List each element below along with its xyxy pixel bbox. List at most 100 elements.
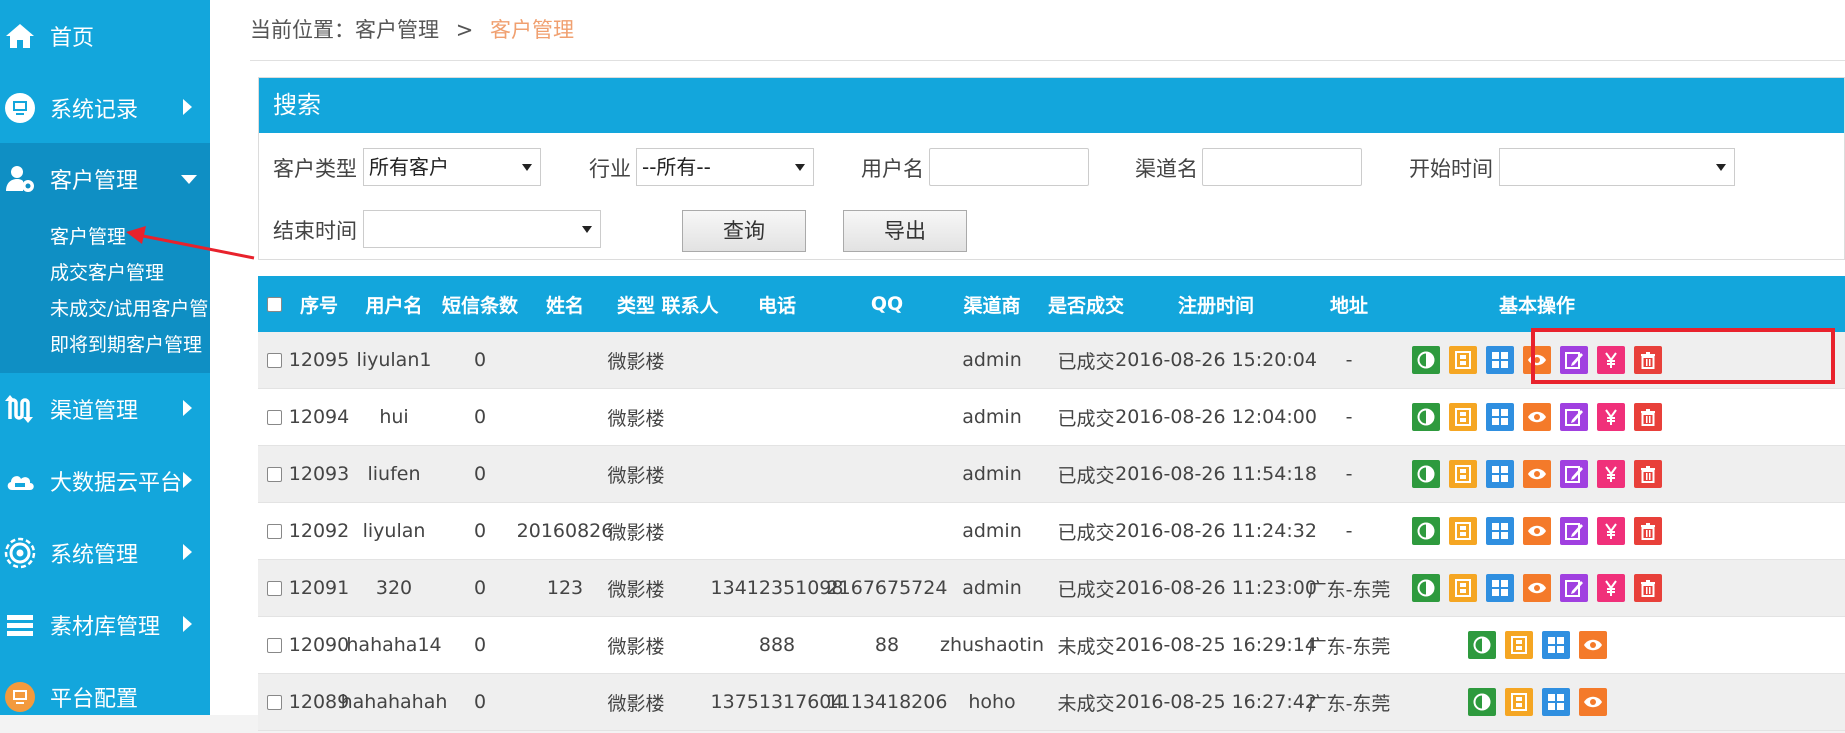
grid-icon[interactable] — [1486, 460, 1514, 488]
status-toggle-icon[interactable] — [1467, 688, 1496, 716]
status-toggle-icon[interactable] — [1412, 346, 1440, 374]
view-eye-icon[interactable] — [1523, 574, 1551, 602]
breadcrumb-current: 客户管理 — [489, 18, 574, 42]
grid-icon[interactable] — [1486, 346, 1514, 374]
cell-name — [520, 446, 610, 502]
export-button[interactable]: 导出 — [843, 210, 967, 252]
cell-name — [520, 617, 610, 673]
start-time-select[interactable] — [1499, 148, 1735, 186]
header-contact: 联系人 — [661, 294, 719, 317]
edit-icon[interactable] — [1560, 403, 1588, 431]
yuan-icon[interactable] — [1597, 460, 1625, 488]
yuan-icon[interactable] — [1597, 403, 1625, 431]
sidebar-item-channel[interactable]: 渠道管理 — [0, 373, 210, 445]
industry-select[interactable]: --所有-- — [636, 148, 814, 186]
row-actions — [1467, 617, 1616, 673]
cell-qq — [836, 332, 938, 388]
view-eye-icon[interactable] — [1578, 688, 1607, 716]
delete-trash-icon[interactable] — [1634, 403, 1662, 431]
cell-sms: 0 — [473, 634, 487, 656]
industry-label: 行业 — [589, 157, 631, 181]
edit-icon[interactable] — [1560, 574, 1588, 602]
row-actions — [1467, 674, 1616, 730]
industry-value: --所有-- — [642, 155, 711, 179]
cell-username: hui — [379, 406, 409, 428]
sidebar-item-system[interactable]: 系统管理 — [0, 517, 210, 589]
sidebar-item-material[interactable]: 素材库管理 — [0, 589, 210, 661]
cell-address: - — [1345, 406, 1353, 428]
row-actions — [1412, 503, 1671, 559]
row-checkbox[interactable] — [266, 466, 282, 482]
yuan-icon[interactable] — [1597, 517, 1625, 545]
view-eye-icon[interactable] — [1578, 631, 1607, 659]
status-toggle-icon[interactable] — [1467, 631, 1496, 659]
delete-trash-icon[interactable] — [1634, 574, 1662, 602]
select-all-checkbox[interactable] — [266, 296, 282, 312]
channel-input[interactable] — [1202, 148, 1362, 186]
start-time-label: 开始时间 — [1409, 157, 1493, 181]
row-checkbox[interactable] — [266, 409, 282, 425]
row-checkbox[interactable] — [266, 580, 282, 596]
yuan-icon[interactable] — [1597, 574, 1625, 602]
film-icon[interactable] — [1449, 574, 1477, 602]
grid-icon[interactable] — [1486, 574, 1514, 602]
row-checkbox[interactable] — [266, 523, 282, 539]
cell-sms: 0 — [473, 406, 487, 428]
query-button[interactable]: 查询 — [682, 210, 806, 252]
row-checkbox[interactable] — [266, 694, 282, 710]
cell-name — [520, 332, 610, 388]
chevron-right-icon — [183, 616, 192, 632]
grid-icon[interactable] — [1486, 517, 1514, 545]
submenu-item-trial-customer[interactable]: 未成交/试用客户管 — [50, 294, 208, 321]
sidebar-item-platform[interactable]: 平台配置 — [0, 661, 210, 733]
cell-sms: 0 — [473, 577, 487, 599]
film-icon[interactable] — [1449, 403, 1477, 431]
grid-icon[interactable] — [1541, 688, 1570, 716]
submenu-item-expiring-customer[interactable]: 即将到期客户管理 — [50, 330, 202, 357]
cell-reg-time: 2016-08-26 15:20:04 — [1115, 349, 1317, 371]
cell-phone — [718, 446, 836, 502]
cell-deal: 已成交 — [1057, 407, 1115, 430]
status-toggle-icon[interactable] — [1412, 460, 1440, 488]
cell-checkbox — [258, 332, 290, 388]
cell-reg-time: 2016-08-25 16:27:42 — [1115, 691, 1317, 713]
edit-icon[interactable] — [1560, 517, 1588, 545]
film-icon[interactable] — [1504, 631, 1533, 659]
film-icon[interactable] — [1449, 460, 1477, 488]
end-time-select[interactable] — [363, 210, 601, 248]
film-icon[interactable] — [1449, 517, 1477, 545]
sidebar-item-bigdata[interactable]: 大数据云平台 — [0, 445, 210, 517]
header-sms: 短信条数 — [441, 294, 518, 317]
username-input[interactable] — [929, 148, 1089, 186]
cell-username: hahahahah — [340, 691, 448, 713]
cell-sms: 0 — [473, 349, 487, 371]
delete-trash-icon[interactable] — [1634, 517, 1662, 545]
cell-deal: 已成交 — [1057, 464, 1115, 487]
cell-contact — [662, 503, 718, 559]
status-toggle-icon[interactable] — [1412, 517, 1440, 545]
cell-address: 广东-东莞 — [1307, 692, 1391, 715]
delete-trash-icon[interactable] — [1634, 460, 1662, 488]
film-icon[interactable] — [1504, 688, 1533, 716]
cell-checkbox — [258, 674, 290, 730]
cell-channel: admin — [962, 577, 1022, 599]
header-channel: 渠道商 — [963, 294, 1021, 317]
chevron-right-icon — [183, 544, 192, 560]
grid-icon[interactable] — [1486, 403, 1514, 431]
view-eye-icon[interactable] — [1523, 460, 1551, 488]
header-address: 地址 — [1329, 294, 1368, 317]
customer-type-select[interactable]: 所有客户 — [363, 148, 541, 186]
status-toggle-icon[interactable] — [1412, 403, 1440, 431]
cell-sms: 0 — [473, 463, 487, 485]
row-checkbox[interactable] — [266, 352, 282, 368]
cell-phone — [718, 332, 836, 388]
view-eye-icon[interactable] — [1523, 403, 1551, 431]
view-eye-icon[interactable] — [1523, 517, 1551, 545]
edit-icon[interactable] — [1560, 460, 1588, 488]
cell-username: liufen — [367, 463, 421, 485]
film-icon[interactable] — [1449, 346, 1477, 374]
grid-icon[interactable] — [1541, 631, 1570, 659]
table-row: 12089 hahahahah 0 微影楼 13751317604 1113418206 h… — [258, 674, 1845, 731]
row-checkbox[interactable] — [266, 637, 282, 653]
status-toggle-icon[interactable] — [1412, 574, 1440, 602]
